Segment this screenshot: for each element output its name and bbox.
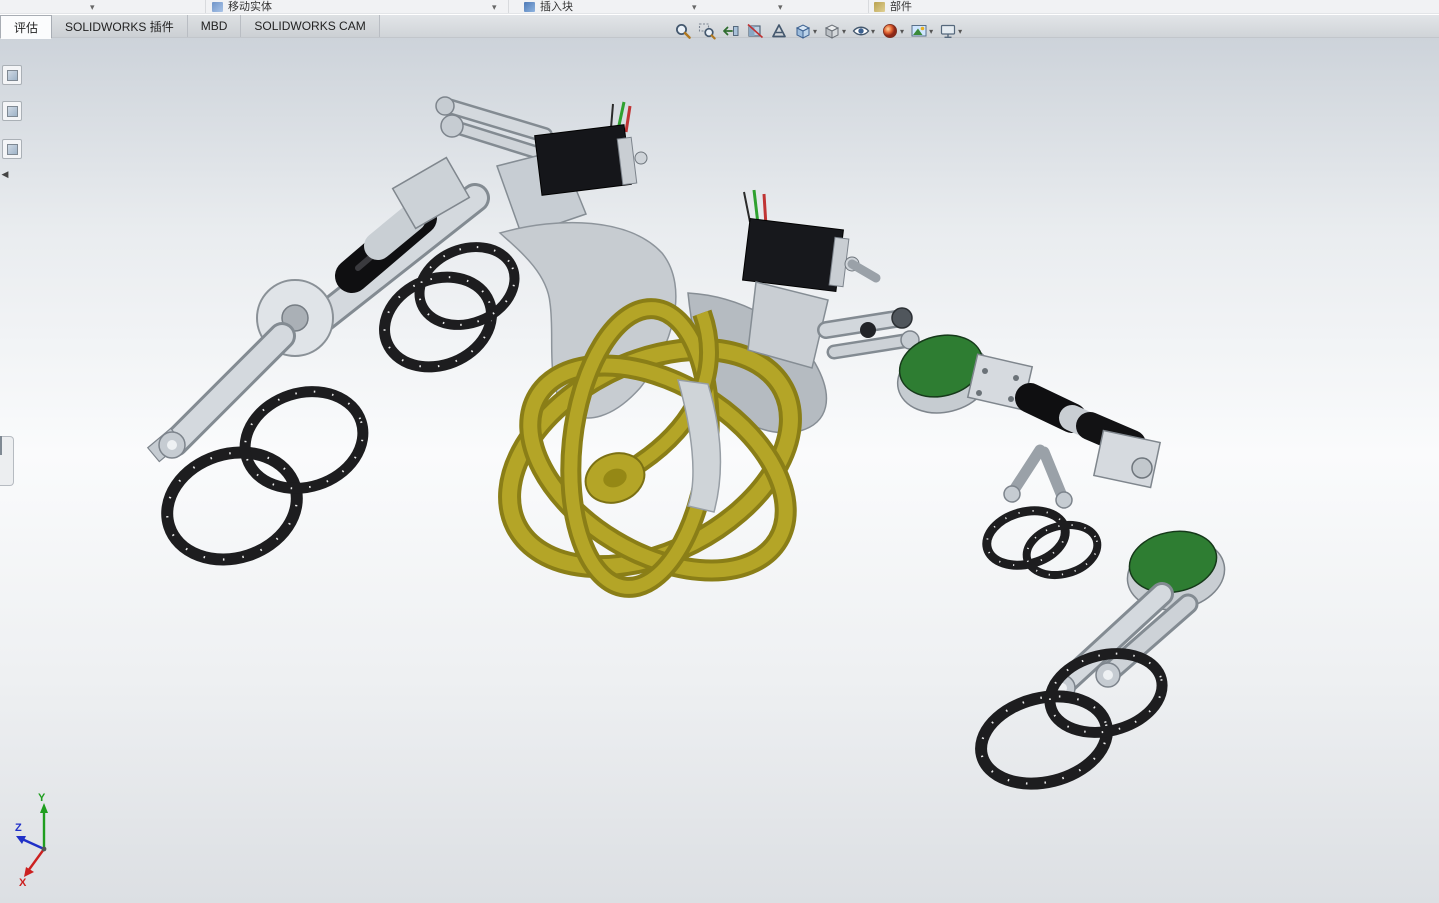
zoom-to-area-button[interactable] xyxy=(696,19,718,43)
toolbar-separator xyxy=(508,0,509,13)
previous-view-button[interactable] xyxy=(720,19,742,43)
heads-up-view-toolbar xyxy=(671,19,965,43)
tab-label: SOLIDWORKS CAM xyxy=(254,19,366,33)
right-mid-hoops[interactable] xyxy=(981,503,1103,583)
toolbar-dropdown-caret[interactable]: ▾ xyxy=(492,1,497,13)
tab-label: MBD xyxy=(200,19,228,33)
tab-solidworks-addins[interactable]: SOLIDWORKS 插件 xyxy=(52,15,188,37)
previous-view-icon xyxy=(723,26,739,36)
component-icon[interactable] xyxy=(874,2,885,12)
command-toolbar-clipped: ▾ 移动实体 ▾ 插入块 ▾ ▾ 部件 xyxy=(0,0,1439,14)
view-orientation-icon xyxy=(795,24,811,39)
section-view-button[interactable] xyxy=(744,19,766,43)
edit-appearance-button[interactable] xyxy=(879,19,906,43)
move-entities-icon[interactable] xyxy=(212,2,223,12)
reference-triad: Y Z X xyxy=(15,792,48,887)
triad-origin xyxy=(41,846,47,852)
tab-evaluate[interactable]: 评估 xyxy=(0,15,53,39)
left-lower-hoops[interactable] xyxy=(153,377,375,576)
toolbar-dropdown-caret[interactable]: ▾ xyxy=(90,1,95,13)
display-style-button[interactable] xyxy=(821,19,848,43)
tab-label: 评估 xyxy=(14,20,39,35)
tab-mbd[interactable]: MBD xyxy=(187,15,242,37)
solidworks-window: ▾ 移动实体 ▾ 插入块 ▾ ▾ 部件 评估 SOLIDWORKS 插件 MBD… xyxy=(0,0,1439,903)
y-axis-arrow xyxy=(40,803,48,813)
y-axis-label: Y xyxy=(38,792,46,804)
robot-model[interactable] xyxy=(146,96,1231,796)
move-entities-label[interactable]: 移动实体 xyxy=(228,0,272,13)
section-view-icon xyxy=(747,23,764,39)
dynamic-annotation-views-button[interactable] xyxy=(768,19,790,43)
x-axis-label: X xyxy=(19,877,27,887)
component-label[interactable]: 部件 xyxy=(890,0,912,13)
view-orientation-button[interactable] xyxy=(792,19,819,43)
apply-scene-icon xyxy=(911,25,927,37)
hide-show-items-icon xyxy=(852,26,870,36)
model-canvas[interactable] xyxy=(0,38,1439,903)
right-forearm-assembly[interactable] xyxy=(890,327,1162,509)
toolbar-dropdown-caret[interactable]: ▾ xyxy=(778,1,783,13)
front-right-shoulder-assembly[interactable] xyxy=(742,189,920,369)
display-style-icon xyxy=(824,24,840,39)
right-lower-hoops[interactable] xyxy=(972,642,1171,796)
zoom-to-area-icon xyxy=(698,23,716,40)
tab-solidworks-cam[interactable]: SOLIDWORKS CAM xyxy=(241,15,380,37)
toolbar-dropdown-caret[interactable]: ▾ xyxy=(692,1,697,13)
dynamic-annotation-views-icon xyxy=(772,24,786,38)
tab-label: SOLIDWORKS 插件 xyxy=(65,19,174,34)
hide-show-items-button[interactable] xyxy=(850,19,877,43)
z-axis-label: Z xyxy=(15,822,22,834)
view-settings-icon xyxy=(940,24,956,39)
zoom-to-fit-icon xyxy=(676,24,691,39)
toolbar-separator xyxy=(868,0,869,13)
insert-block-label[interactable]: 插入块 xyxy=(540,0,573,13)
insert-block-icon[interactable] xyxy=(524,2,535,12)
apply-scene-button[interactable] xyxy=(908,19,935,43)
zoom-to-fit-button[interactable] xyxy=(672,19,694,43)
toolbar-separator xyxy=(205,0,206,13)
graphics-area[interactable]: ◀ Y Z X xyxy=(0,38,1439,903)
edit-appearance-icon xyxy=(883,24,898,38)
view-settings-button[interactable] xyxy=(937,19,964,43)
rear-right-leg-assembly[interactable] xyxy=(1048,524,1231,702)
